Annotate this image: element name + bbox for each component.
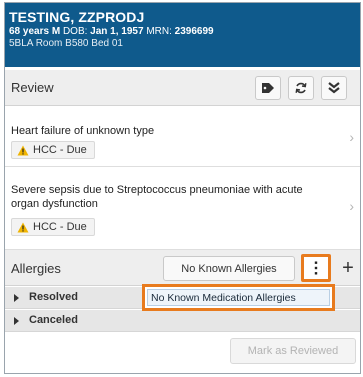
- patient-age-sex: 68 years M: [9, 26, 61, 37]
- mark-as-reviewed-button[interactable]: Mark as Reviewed: [230, 338, 356, 364]
- patient-location: 5BLA Room B580 Bed 01: [9, 38, 123, 49]
- patient-mrn: 2396699: [174, 26, 214, 37]
- no-known-medication-allergies-option[interactable]: No Known Medication Allergies: [147, 289, 330, 306]
- problem-item[interactable]: Severe sepsis due to Streptococcus pneum…: [5, 168, 360, 250]
- patient-name: TESTING, ZZPRODJ: [9, 9, 145, 25]
- review-header: Review: [5, 70, 360, 106]
- group-row-canceled[interactable]: Canceled: [5, 310, 360, 332]
- expand-triangle-icon: [14, 317, 19, 325]
- group-label: Resolved: [29, 291, 78, 303]
- refresh-icon: [295, 82, 307, 94]
- mrn-label: MRN:: [146, 26, 172, 37]
- patient-dob: Jan 1, 1957: [90, 26, 144, 37]
- patient-banner: TESTING, ZZPRODJ 68 years M DOB: Jan 1, …: [5, 3, 360, 67]
- more-options-dropdown: No Known Medication Allergies: [142, 284, 335, 311]
- warning-icon: [17, 222, 29, 232]
- warning-icon: [17, 145, 29, 155]
- allergies-header: Allergies No Known Allergies +: [5, 250, 360, 286]
- problem-item[interactable]: Heart failure of unknown type HCC - Due …: [5, 107, 360, 167]
- patient-chart-panel: TESTING, ZZPRODJ 68 years M DOB: Jan 1, …: [4, 2, 361, 374]
- refresh-button[interactable]: [288, 76, 314, 100]
- review-title: Review: [11, 80, 54, 95]
- kebab-menu-icon: [314, 261, 318, 275]
- badge-label: HCC - Due: [33, 221, 87, 233]
- hcc-badge: HCC - Due: [11, 218, 95, 236]
- no-known-allergies-button[interactable]: No Known Allergies: [163, 256, 295, 281]
- hcc-badge: HCC - Due: [11, 141, 95, 159]
- allergies-title: Allergies: [11, 261, 61, 276]
- tag-icon: [262, 83, 274, 93]
- chevron-right-icon: ›: [349, 198, 354, 214]
- problem-text: Heart failure of unknown type: [11, 125, 155, 137]
- badge-label: HCC - Due: [33, 144, 87, 156]
- problem-text: Severe sepsis due to Streptococcus pneum…: [11, 184, 303, 210]
- add-allergy-button[interactable]: +: [337, 256, 359, 281]
- patient-demographics: 68 years M DOB: Jan 1, 1957 MRN: 2396699: [9, 26, 360, 38]
- collapse-button[interactable]: [321, 76, 347, 100]
- collapse-icon: [328, 82, 340, 94]
- dob-label: DOB:: [62, 26, 88, 37]
- tag-button[interactable]: [255, 76, 281, 100]
- chevron-right-icon: ›: [349, 129, 354, 145]
- group-label: Canceled: [29, 314, 78, 326]
- more-options-button[interactable]: [301, 254, 331, 282]
- expand-triangle-icon: [14, 294, 19, 302]
